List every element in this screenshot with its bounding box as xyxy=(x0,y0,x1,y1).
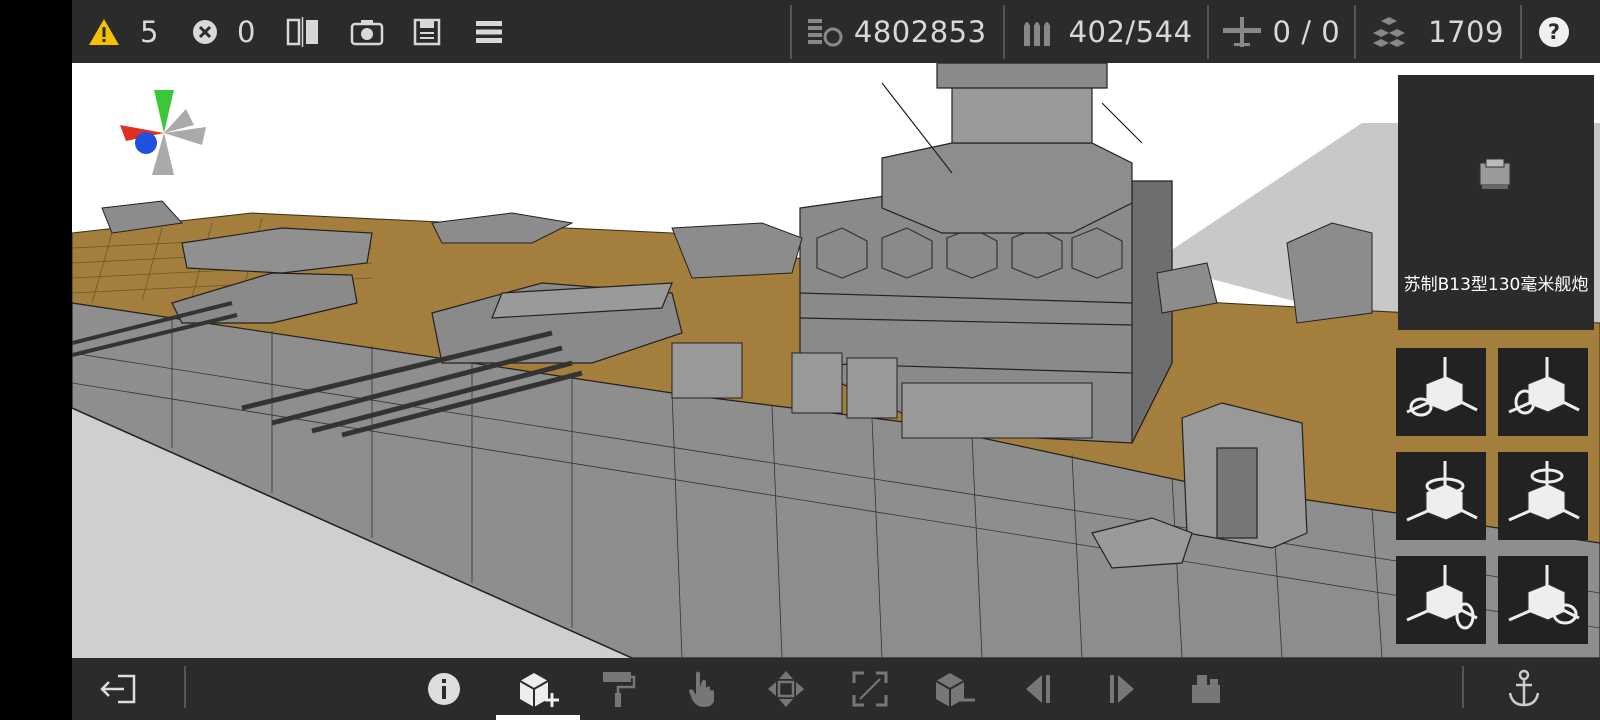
scale-button[interactable] xyxy=(842,658,898,720)
ammo-icon xyxy=(1021,16,1055,48)
part-name-label: 苏制B13型130毫米舰炮 xyxy=(1403,275,1589,295)
rotate-x-minus-icon xyxy=(1508,357,1580,415)
svg-text:?: ? xyxy=(1548,20,1560,44)
active-tab-indicator xyxy=(496,715,580,720)
help-button[interactable]: ? xyxy=(1538,0,1570,63)
exit-icon xyxy=(100,674,136,704)
help-icon: ? xyxy=(1538,16,1570,48)
prev-icon xyxy=(1026,675,1050,703)
camera-icon xyxy=(350,18,384,46)
next-icon xyxy=(1110,675,1134,703)
screenshot-button[interactable] xyxy=(350,0,384,63)
rotate-y-minus-button[interactable] xyxy=(1498,452,1588,540)
select-button[interactable] xyxy=(674,658,730,720)
divider xyxy=(184,666,186,708)
aircraft-value: 0 / 0 xyxy=(1272,14,1341,49)
save-button[interactable] xyxy=(412,0,442,63)
info-icon xyxy=(428,673,460,705)
aircraft-counter: 0 / 0 xyxy=(1221,0,1341,63)
previous-button[interactable] xyxy=(1010,658,1066,720)
left-black-bar xyxy=(0,0,72,720)
move-icon xyxy=(768,671,804,707)
parts-counter: 1709 xyxy=(1370,0,1504,63)
divider xyxy=(789,4,792,59)
anchor-icon xyxy=(1508,669,1540,707)
rotate-z-minus-button[interactable] xyxy=(1498,556,1588,644)
errors-counter[interactable]: 0 xyxy=(191,0,256,63)
money-icon xyxy=(806,15,844,49)
info-button[interactable] xyxy=(416,658,472,720)
orientation-gizmo-icon[interactable] xyxy=(116,85,212,181)
select-icon xyxy=(689,671,714,707)
divider xyxy=(1354,4,1357,59)
menu-button[interactable] xyxy=(474,0,504,63)
exit-button[interactable] xyxy=(88,658,148,720)
money-counter: 4802853 xyxy=(806,0,987,63)
rotate-x-plus-icon xyxy=(1406,357,1478,417)
mirror-button[interactable] xyxy=(286,0,320,63)
rotate-z-minus-icon xyxy=(1508,565,1580,625)
stack-button[interactable] xyxy=(1178,658,1234,720)
ammo-value: 402/544 xyxy=(1068,14,1193,49)
divider xyxy=(1519,4,1522,59)
parts-icon xyxy=(1370,15,1408,49)
move-button[interactable] xyxy=(758,658,814,720)
save-icon xyxy=(412,17,442,47)
bottom-toolbar xyxy=(72,658,1600,720)
part-preview-panel[interactable]: 苏制B13型130毫米舰炮 xyxy=(1398,75,1594,330)
remove-part-button[interactable] xyxy=(926,658,982,720)
rotate-z-plus-icon xyxy=(1406,565,1478,630)
3d-viewport[interactable] xyxy=(72,63,1600,658)
warning-count: 5 xyxy=(140,14,159,49)
top-status-bar: 5 0 4802853 402/544 0 / 0 1709 ? xyxy=(72,0,1600,63)
part-thumbnail xyxy=(1479,158,1511,189)
paint-button[interactable] xyxy=(590,658,646,720)
rotate-y-minus-icon xyxy=(1508,461,1580,522)
ammo-counter: 402/544 xyxy=(1021,0,1193,63)
parts-value: 1709 xyxy=(1428,14,1504,49)
next-button[interactable] xyxy=(1094,658,1150,720)
add-part-button[interactable] xyxy=(496,658,580,720)
rotate-y-plus-icon xyxy=(1406,461,1478,522)
rotate-y-plus-button[interactable] xyxy=(1396,452,1486,540)
divider xyxy=(1206,4,1209,59)
money-value: 4802853 xyxy=(853,14,987,49)
rotate-x-plus-button[interactable] xyxy=(1396,348,1486,436)
paint-icon xyxy=(603,672,636,707)
ship-scene xyxy=(72,63,1600,658)
anchor-button[interactable] xyxy=(1494,658,1554,720)
stack-icon xyxy=(1192,675,1220,703)
remove-part-icon xyxy=(935,673,975,707)
error-count: 0 xyxy=(236,14,256,49)
divider xyxy=(1462,666,1464,708)
warning-icon xyxy=(88,18,120,46)
mirror-icon xyxy=(286,16,320,47)
rotate-z-plus-button[interactable] xyxy=(1396,556,1486,644)
add-part-icon xyxy=(519,673,559,707)
divider xyxy=(1002,4,1005,59)
rotate-x-minus-button[interactable] xyxy=(1498,348,1588,436)
menu-icon xyxy=(474,18,504,46)
scale-icon xyxy=(852,671,888,707)
aircraft-icon xyxy=(1221,15,1263,49)
error-icon xyxy=(191,18,219,46)
warnings-counter[interactable]: 5 xyxy=(88,0,159,63)
